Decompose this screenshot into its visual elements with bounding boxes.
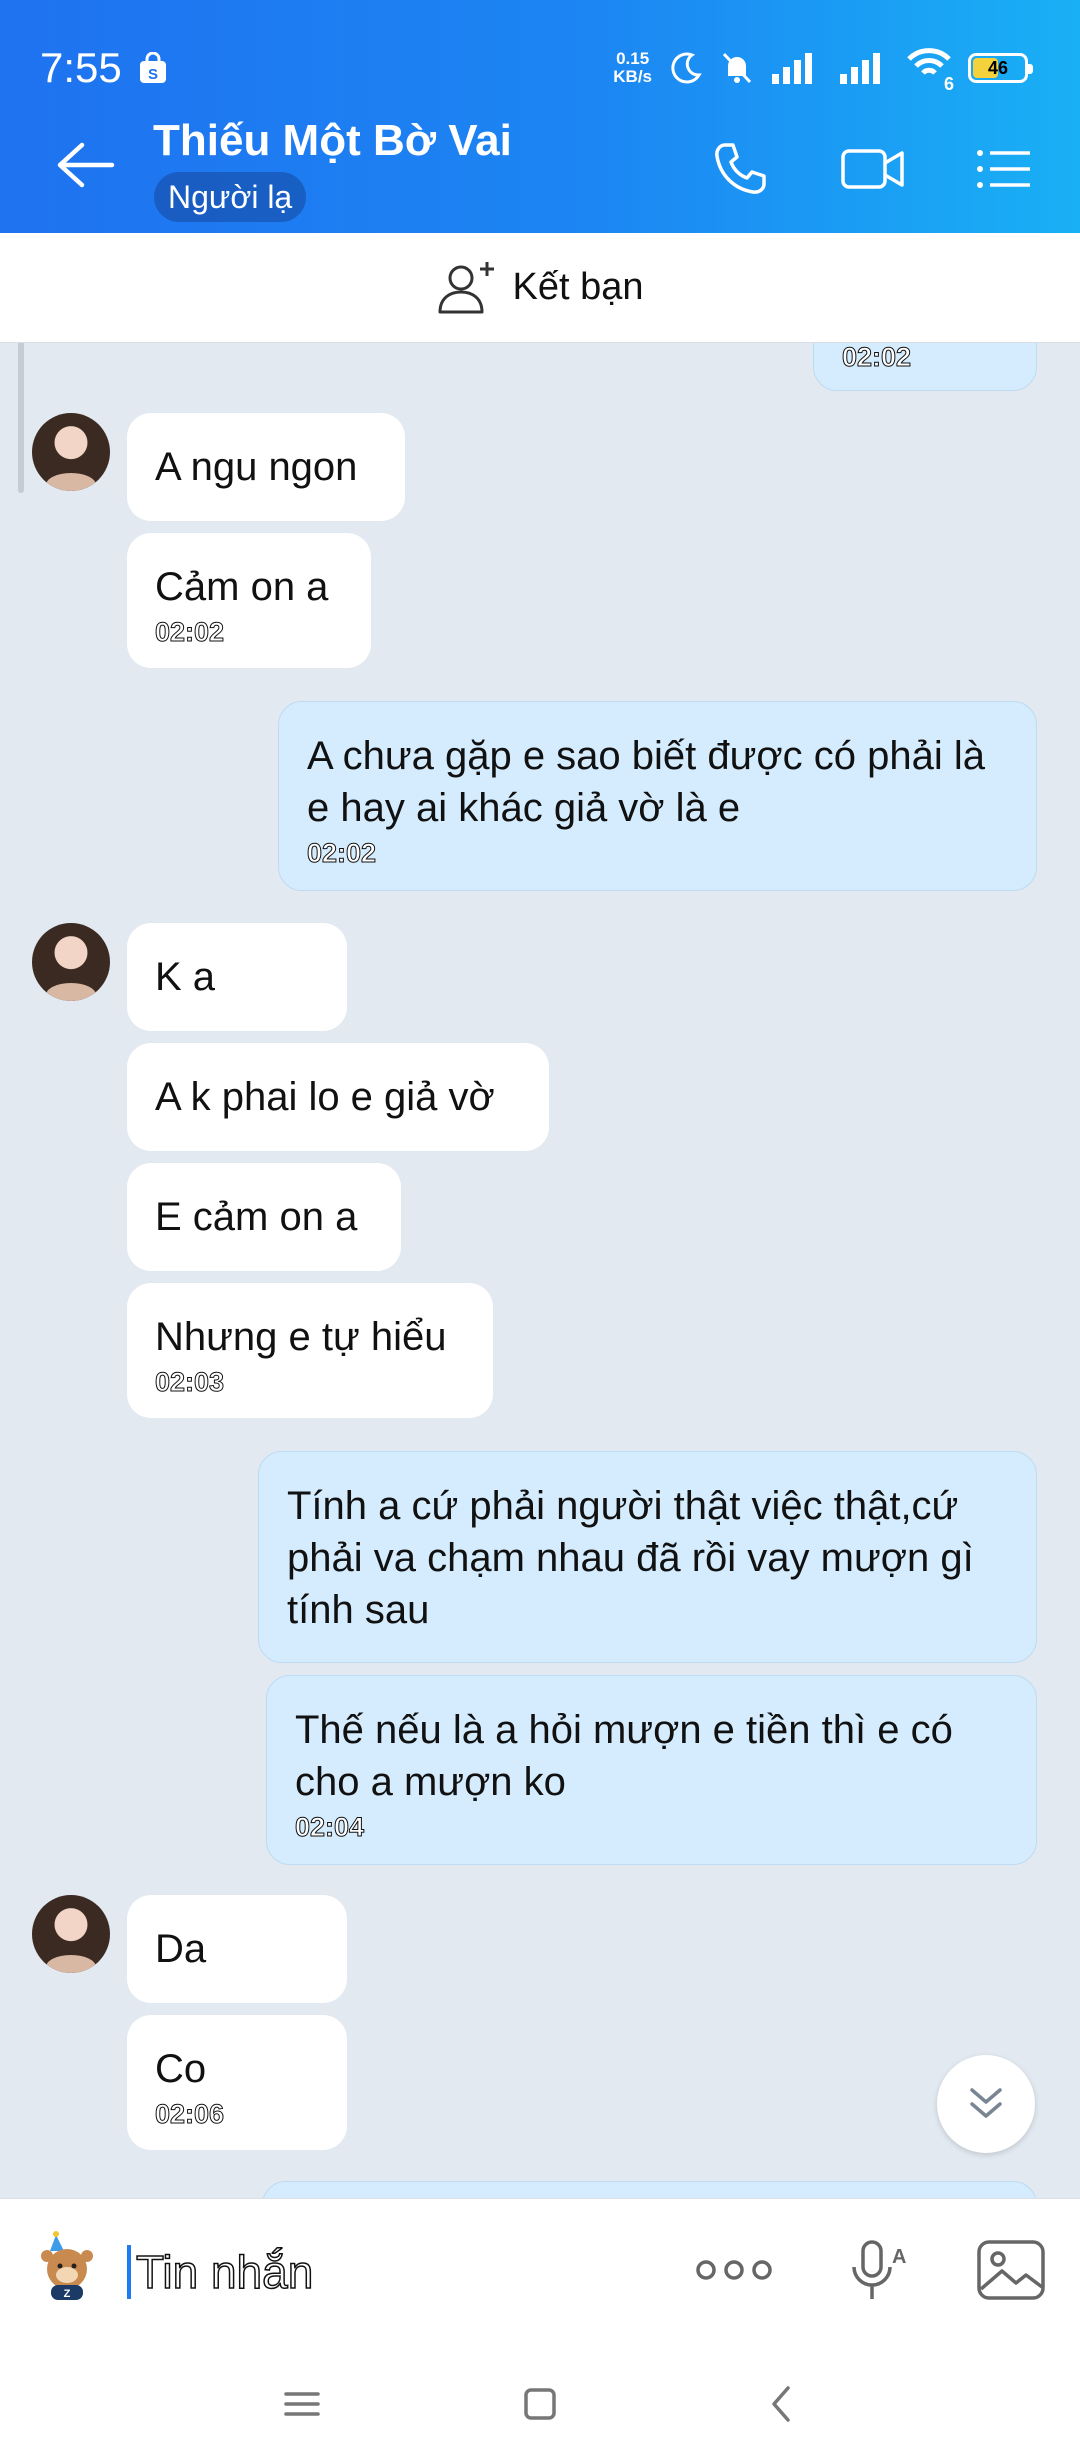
message-text: Da — [155, 1927, 207, 1971]
double-chevron-down-icon — [970, 2088, 1002, 2118]
message-text: Tính a cứ phải người thật việc thật,cứ p… — [287, 1484, 974, 1632]
message-text: A ngu ngon — [155, 445, 358, 489]
signal-icon-2 — [840, 53, 880, 84]
scrollbar[interactable] — [18, 343, 24, 493]
system-navigation-bar — [0, 2338, 1080, 2460]
contact-avatar[interactable] — [32, 413, 110, 491]
message-bubble-incoming[interactable]: K a — [127, 923, 347, 1031]
message-bubble-outgoing[interactable] — [262, 2181, 1037, 2198]
message-bubble-outgoing[interactable]: Tính a cứ phải người thật việc thật,cứ p… — [258, 1451, 1037, 1663]
wifi-badge: 6 — [943, 74, 954, 94]
message-time: 02:02 — [842, 343, 912, 373]
phone-icon[interactable] — [710, 139, 770, 199]
message-bubble-outgoing[interactable]: Thế nếu là a hỏi mượn e tiền thì e có ch… — [266, 1675, 1037, 1865]
mic-icon[interactable]: A — [846, 2237, 906, 2303]
user-plus-icon — [438, 261, 494, 313]
message-bubble-incoming[interactable]: A k phai lo e giả vờ — [127, 1043, 549, 1151]
status-icons: 0.15 KB/s 6 46 — [613, 44, 1033, 94]
message-bubble-outgoing[interactable]: 02:02 — [813, 343, 1037, 391]
message-time: 02:06 — [155, 2099, 225, 2130]
bell-muted-icon — [722, 52, 752, 84]
message-time: 02:04 — [295, 1812, 365, 1843]
image-icon[interactable] — [976, 2237, 1046, 2303]
message-text: E cảm on a — [155, 1195, 358, 1239]
message-time: 02:02 — [307, 838, 377, 869]
chat-title[interactable]: Thiếu Một Bờ Vai — [153, 116, 512, 166]
status-time: 7:55 — [40, 44, 122, 91]
stranger-badge: Người lạ — [154, 172, 307, 222]
recent-apps-icon[interactable] — [280, 2382, 324, 2426]
message-bubble-outgoing[interactable]: A chưa gặp e sao biết được có phải là e … — [278, 701, 1037, 891]
svg-text:A: A — [892, 2246, 906, 2268]
back-nav-icon[interactable] — [760, 2382, 804, 2426]
add-friend-button[interactable]: Kết bạn — [0, 233, 1080, 343]
contact-avatar[interactable] — [32, 1895, 110, 1973]
message-time: 02:02 — [155, 617, 225, 648]
message-time: 02:03 — [155, 1367, 225, 1398]
back-button[interactable] — [56, 140, 116, 190]
message-bubble-incoming[interactable]: Nhưng e tự hiểu 02:03 — [127, 1283, 493, 1418]
battery-indicator: 46 — [968, 53, 1033, 83]
message-text: Co — [155, 2047, 207, 2091]
message-bubble-incoming[interactable]: A ngu ngon — [127, 413, 405, 521]
shopping-bag-icon: S — [140, 52, 166, 83]
message-input[interactable] — [136, 2239, 656, 2305]
video-camera-icon[interactable] — [840, 139, 906, 199]
contact-avatar[interactable] — [32, 923, 110, 1001]
wifi-indicator: 6 — [906, 47, 954, 94]
chat-header: 7:55 S 0.15 KB/s 6 46 Thiếu Một Bờ Vai N… — [0, 0, 1080, 233]
svg-text:Z: Z — [64, 2288, 71, 2300]
moon-icon — [671, 52, 702, 84]
svg-text:S: S — [148, 66, 158, 83]
message-bubble-incoming[interactable]: Da — [127, 1895, 347, 2003]
list-icon[interactable] — [974, 139, 1034, 199]
message-text: A chưa gặp e sao biết được có phải là e … — [307, 734, 985, 830]
message-text: K a — [155, 955, 216, 999]
sticker-icon[interactable]: Z — [34, 2229, 100, 2301]
battery-text: 46 — [987, 57, 1009, 78]
add-friend-label: Kết bạn — [512, 266, 644, 308]
scroll-to-bottom-button[interactable] — [937, 2055, 1035, 2153]
text-cursor — [127, 2245, 131, 2299]
message-bubble-incoming[interactable]: Cảm on a 02:02 — [127, 533, 371, 668]
message-list[interactable]: 02:02 A ngu ngon Cảm on a 02:02 A chưa g… — [0, 343, 1080, 2198]
message-bubble-incoming[interactable]: E cảm on a — [127, 1163, 401, 1271]
message-composer: Z A — [0, 2198, 1080, 2338]
message-text: A k phai lo e giả vờ — [155, 1075, 495, 1119]
message-text: Cảm on a — [155, 565, 329, 609]
signal-icon — [772, 53, 812, 84]
message-text: Thế nếu là a hỏi mượn e tiền thì e có ch… — [295, 1708, 953, 1804]
message-text: Nhưng e tự hiểu — [155, 1315, 447, 1359]
network-speed: 0.15 KB/s — [613, 49, 652, 86]
home-icon[interactable] — [518, 2382, 562, 2426]
message-bubble-incoming[interactable]: Co 02:06 — [127, 2015, 347, 2150]
more-dots-icon[interactable] — [694, 2237, 774, 2303]
